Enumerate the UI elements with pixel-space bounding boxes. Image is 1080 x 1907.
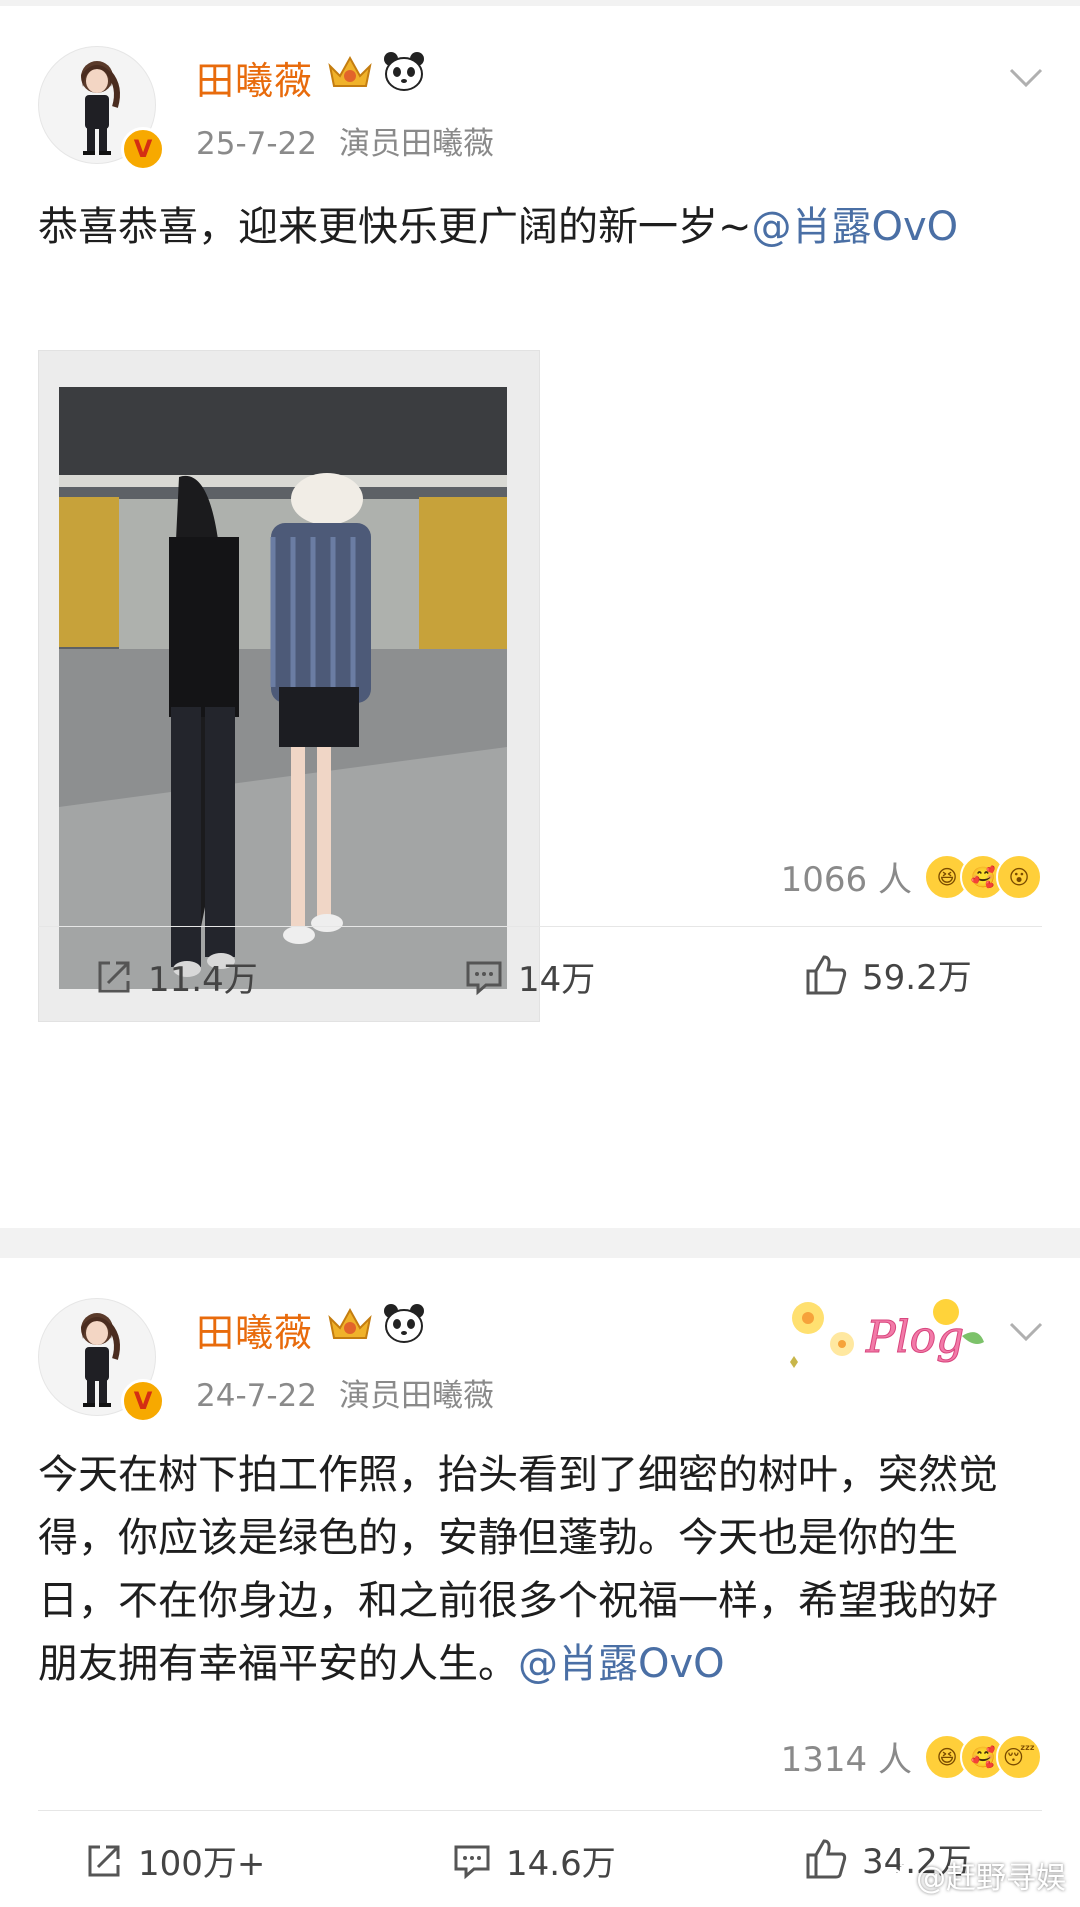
action-bar: 11.4万 14万 59.2万 <box>0 938 1080 1018</box>
share-icon <box>88 1845 120 1876</box>
verified-badge-icon: V <box>121 1379 165 1423</box>
reaction-summary[interactable]: 1314 人 😆 🥰 😴 <box>781 1732 1042 1781</box>
username[interactable]: 田曦薇 <box>196 1302 313 1357</box>
post-meta: 24-7-22 演员田曦薇 <box>196 1370 494 1415</box>
post-date: 25-7-22 <box>196 126 317 162</box>
reaction-count: 1066 人 <box>780 860 912 900</box>
watermark-text: @赶野寻娱 <box>916 1861 1066 1896</box>
weibo-logo-icon <box>876 1863 908 1889</box>
like-icon <box>806 1838 847 1878</box>
weibo-post-2: V 田曦薇 24-7-22 演员田曦薇 Plog 今天在树下拍工作照，抬头看到了细… <box>0 1258 1080 1907</box>
username[interactable]: 田曦薇 <box>196 50 313 105</box>
like-icon <box>806 954 847 994</box>
share-count: 100万+ <box>138 1844 266 1884</box>
post-source: 演员田曦薇 <box>339 1378 494 1414</box>
divider <box>38 926 1042 927</box>
chevron-down-icon[interactable] <box>1008 66 1044 90</box>
comment-button[interactable]: 14万 <box>464 952 595 1001</box>
post-text: 今天在树下拍工作照，抬头看到了细密的树叶，突然觉得，你应该是绿色的，安静但蓬勃。… <box>38 1444 1018 1696</box>
post-date: 24-7-22 <box>196 1378 317 1414</box>
chevron-down-icon[interactable] <box>1008 1320 1044 1344</box>
share-icon <box>98 961 130 992</box>
avatar[interactable]: V <box>38 46 165 171</box>
post-text: 恭喜恭喜，迎来更快乐更广阔的新一岁~@肖露OvO <box>38 196 1018 259</box>
share-button[interactable]: 100万+ <box>84 1836 265 1885</box>
post-meta: 25-7-22 演员田曦薇 <box>196 118 494 163</box>
comment-button[interactable]: 14.6万 <box>452 1836 616 1885</box>
verified-badge-icon: V <box>121 127 165 171</box>
comment-count: 14万 <box>518 960 596 1000</box>
avatar[interactable]: V <box>38 1298 165 1423</box>
mention-link[interactable]: @肖露OvO <box>752 204 959 250</box>
mention-link[interactable]: @肖露OvO <box>518 1641 725 1687</box>
post-body: 恭喜恭喜，迎来更快乐更广阔的新一岁~ <box>38 204 752 250</box>
comment-icon <box>454 1845 490 1879</box>
weibo-post-1: V 田曦薇 25-7-22 演员田曦薇 恭喜恭喜，迎来更快乐更广阔的新一岁~@肖露… <box>0 6 1080 1228</box>
like-button[interactable]: 59.2万 <box>804 950 972 999</box>
post-photo[interactable] <box>38 350 540 1022</box>
photo-image <box>59 387 507 989</box>
like-count: 59.2万 <box>862 958 972 998</box>
plog-sticker-text: Plog <box>865 1312 964 1363</box>
divider <box>38 1810 1042 1811</box>
comment-icon <box>466 961 502 995</box>
reaction-count: 1314 人 <box>780 1740 912 1780</box>
plog-sticker-icon: Plog <box>790 1299 984 1368</box>
reaction-summary[interactable]: 1066 人 😆 🥰 😮 <box>781 852 1042 901</box>
panda-icon <box>384 52 424 91</box>
crown-badge-icon <box>328 1307 372 1339</box>
surprised-emoji-icon: 😮 <box>996 853 1042 900</box>
post-source: 演员田曦薇 <box>339 126 494 162</box>
panda-icon <box>384 1304 424 1343</box>
sleepy-emoji-icon: 😴 <box>996 1733 1042 1780</box>
crown-badge-icon <box>328 55 372 87</box>
share-button[interactable]: 11.4万 <box>94 952 258 1001</box>
comment-count: 14.6万 <box>506 1844 616 1884</box>
share-count: 11.4万 <box>148 960 258 1000</box>
watermark: @赶野寻娱 <box>876 1853 1066 1897</box>
